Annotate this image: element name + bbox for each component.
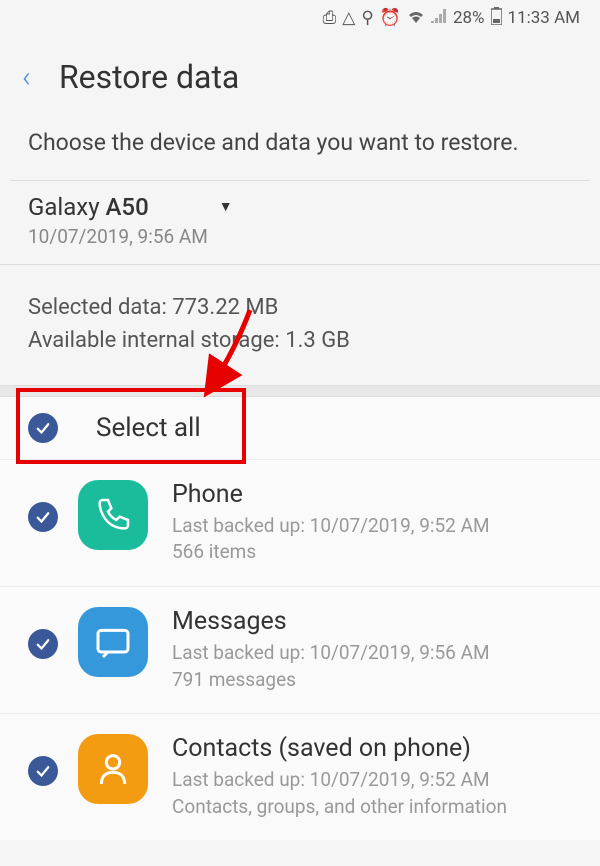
device-name: Galaxy A50: [28, 193, 149, 221]
list-item-contacts[interactable]: Contacts (saved on phone) Last backed up…: [0, 713, 600, 840]
data-info: Selected data: 773.22 MB Available inter…: [0, 264, 600, 385]
select-all-checkbox[interactable]: [28, 413, 58, 443]
printer-icon: ⎙: [323, 8, 337, 28]
item-count: Contacts, groups, and other information: [172, 794, 572, 821]
section-gap: [0, 385, 600, 397]
item-count: 791 messages: [172, 667, 572, 694]
chevron-down-icon[interactable]: ▼: [219, 198, 233, 215]
item-title: Contacts (saved on phone): [172, 734, 572, 763]
item-content: Messages Last backed up: 10/07/2019, 9:5…: [172, 607, 572, 693]
item-checkbox[interactable]: [28, 502, 58, 532]
messages-icon: [78, 607, 148, 677]
sync-icon: △: [342, 8, 355, 28]
item-title: Phone: [172, 480, 572, 509]
page-title: Restore data: [59, 58, 239, 96]
status-icons: ⎙ △ ⚲ ⏰ 28% 11:33 AM: [323, 7, 580, 30]
selected-data: Selected data: 773.22 MB: [28, 291, 572, 324]
list-item-messages[interactable]: Messages Last backed up: 10/07/2019, 9:5…: [0, 586, 600, 713]
battery-percent: 28%: [453, 8, 485, 28]
contacts-icon: [78, 734, 148, 804]
alarm-icon: ⏰: [380, 8, 401, 28]
available-storage: Available internal storage: 1.3 GB: [28, 324, 572, 357]
item-checkbox[interactable]: [28, 756, 58, 786]
item-count: 566 items: [172, 539, 572, 566]
item-backup-time: Last backed up: 10/07/2019, 9:52 AM: [172, 767, 572, 794]
header: ‹ Restore data: [0, 36, 600, 128]
device-selector[interactable]: Galaxy A50 ▼ 10/07/2019, 9:56 AM: [0, 181, 600, 264]
item-content: Contacts (saved on phone) Last backed up…: [172, 734, 572, 820]
item-checkbox[interactable]: [28, 629, 58, 659]
item-backup-time: Last backed up: 10/07/2019, 9:52 AM: [172, 513, 572, 540]
list-item-phone[interactable]: Phone Last backed up: 10/07/2019, 9:52 A…: [0, 459, 600, 586]
item-content: Phone Last backed up: 10/07/2019, 9:52 A…: [172, 480, 572, 566]
device-backup-date: 10/07/2019, 9:56 AM: [28, 225, 572, 248]
data-items-list: Phone Last backed up: 10/07/2019, 9:52 A…: [0, 459, 600, 841]
wifi-icon: [407, 8, 425, 28]
back-button[interactable]: ‹: [22, 60, 31, 95]
clock-time: 11:33 AM: [508, 8, 580, 28]
bluetooth-icon: ⚲: [361, 8, 373, 28]
signal-icon: [431, 8, 447, 28]
phone-icon: [78, 480, 148, 550]
select-all-row[interactable]: Select all: [0, 397, 600, 459]
select-all-label: Select all: [96, 413, 201, 443]
status-bar: ⎙ △ ⚲ ⏰ 28% 11:33 AM: [0, 0, 600, 36]
item-title: Messages: [172, 607, 572, 636]
battery-icon: [491, 7, 502, 30]
instruction-text: Choose the device and data you want to r…: [0, 128, 600, 180]
item-backup-time: Last backed up: 10/07/2019, 9:56 AM: [172, 640, 572, 667]
